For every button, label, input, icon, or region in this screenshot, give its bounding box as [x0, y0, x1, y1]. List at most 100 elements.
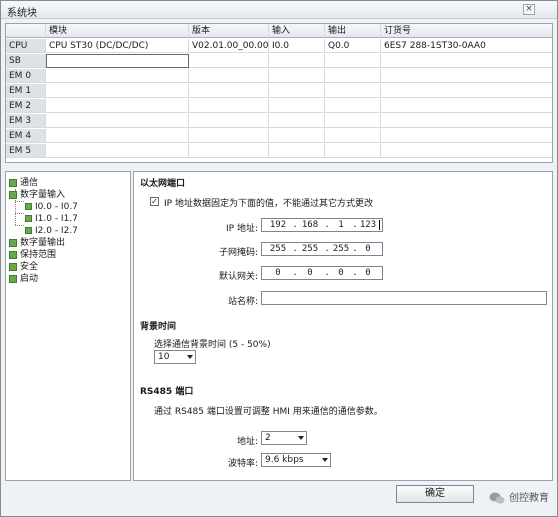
input-cell: [269, 114, 325, 128]
version-cell: [189, 69, 269, 83]
rs485-section-title: RS485 端口: [140, 387, 194, 397]
module-cell[interactable]: [46, 144, 189, 158]
header-input: 输入: [269, 24, 325, 38]
module-cell[interactable]: [46, 84, 189, 98]
tree-item-startup[interactable]: 启动: [9, 273, 38, 285]
version-cell: [189, 144, 269, 158]
slot-cell: SB: [6, 54, 46, 68]
table-row[interactable]: EM 1: [6, 84, 552, 98]
subnet-mask-field[interactable]: 255 . 255 . 255 . 0: [261, 242, 383, 256]
tree-item-label: 安全: [20, 262, 39, 272]
checked-icon: [9, 190, 17, 199]
order-number-cell: [381, 114, 552, 128]
table-row[interactable]: EM 5: [6, 144, 552, 158]
address-value: 2: [265, 433, 271, 443]
ip-octet: 0: [365, 244, 371, 254]
gateway-field[interactable]: 0 . 0 . 0 . 0: [261, 266, 383, 280]
wechat-icon: [489, 492, 505, 504]
module-cell[interactable]: CPU ST30 (DC/DC/DC): [46, 39, 189, 53]
module-cell[interactable]: [46, 114, 189, 128]
gateway-label: 默认网关:: [218, 272, 258, 282]
baud-rate-value: 9.6 kbps: [265, 455, 304, 465]
tree-item-communication[interactable]: 通信: [9, 177, 38, 189]
tree-item-digital-output[interactable]: 数字量输出: [9, 237, 65, 249]
ok-button[interactable]: 确定: [396, 485, 474, 503]
output-cell: [325, 69, 381, 83]
ip-octet: 255: [332, 244, 350, 254]
input-cell: [269, 84, 325, 98]
order-number-cell: [381, 129, 552, 143]
output-cell: [325, 144, 381, 158]
ip-octet: 255: [301, 244, 319, 254]
version-cell: [189, 99, 269, 113]
input-cell: [269, 99, 325, 113]
close-button[interactable]: ×: [523, 4, 535, 15]
background-time-value: 10: [158, 352, 170, 362]
checked-icon: [9, 274, 17, 283]
checked-icon: [25, 215, 32, 222]
system-block-window: 系统块 × 模块 版本 输入 输出 订货号 CPU CPU ST30 (DC/D…: [0, 0, 558, 517]
checked-icon: [9, 262, 17, 271]
table-row[interactable]: EM 3: [6, 114, 552, 128]
order-number-cell: [381, 99, 552, 113]
output-cell: [325, 54, 381, 68]
table-row[interactable]: EM 4: [6, 129, 552, 143]
tree-item-retentive-ranges[interactable]: 保持范围: [9, 249, 56, 261]
baud-rate-select[interactable]: 9.6 kbps: [261, 453, 331, 467]
version-cell: [189, 129, 269, 143]
dropdown-arrow-icon: [187, 355, 193, 359]
header-version: 版本: [189, 24, 269, 38]
tree-item-label: I2.0 - I2.7: [35, 226, 78, 236]
tree-item-label: 数字量输出: [20, 238, 66, 248]
module-cell[interactable]: [46, 129, 189, 143]
window-title: 系统块: [7, 8, 37, 19]
ip-octet: 0: [338, 268, 344, 278]
slot-cell: EM 3: [6, 114, 46, 128]
background-time-select[interactable]: 10: [154, 350, 196, 364]
input-cell: [269, 144, 325, 158]
module-cell[interactable]: [46, 99, 189, 113]
station-name-input[interactable]: [261, 291, 547, 305]
tree-item-label: 数字量输入: [20, 190, 66, 200]
tree-item-digital-input[interactable]: 数字量输入: [9, 189, 65, 201]
ip-octet: 123: [359, 220, 377, 230]
module-cell[interactable]: [46, 54, 189, 68]
order-number-cell: [381, 54, 552, 68]
module-cell[interactable]: [46, 69, 189, 83]
checked-icon: [9, 250, 17, 259]
table-row[interactable]: EM 0: [6, 69, 552, 83]
ethernet-section-title: 以太网端口: [140, 179, 186, 189]
checked-icon: [25, 203, 32, 210]
baud-rate-label: 波特率:: [227, 459, 258, 469]
checked-icon: [25, 227, 32, 234]
ip-octet: 192: [269, 220, 287, 230]
order-number-cell: [381, 144, 552, 158]
header-order-number: 订货号: [381, 24, 552, 38]
table-row[interactable]: SB: [6, 54, 552, 68]
slot-cell: EM 4: [6, 129, 46, 143]
address-select[interactable]: 2: [261, 431, 307, 445]
version-cell: [189, 54, 269, 68]
tree-item-i2[interactable]: I2.0 - I2.7: [25, 225, 78, 237]
output-cell: [325, 129, 381, 143]
header-module: 模块: [46, 24, 189, 38]
background-section-title: 背景时间: [140, 322, 177, 332]
table-row[interactable]: EM 2: [6, 99, 552, 113]
tree-item-i1[interactable]: I1.0 - I1.7: [25, 213, 78, 225]
tree-item-i0[interactable]: I0.0 - I0.7: [25, 201, 78, 213]
ip-address-field[interactable]: 192 . 168 . 1 . 123: [261, 218, 383, 232]
tree-item-security[interactable]: 安全: [9, 261, 38, 273]
ip-octet: 255: [269, 244, 287, 254]
checked-icon: [9, 178, 17, 187]
output-cell: [325, 84, 381, 98]
slot-cell: EM 2: [6, 99, 46, 113]
table-row[interactable]: CPU CPU ST30 (DC/DC/DC) V02.01.00_00.00.…: [6, 39, 552, 53]
slot-cell: EM 0: [6, 69, 46, 83]
subnet-mask-label: 子网掩码:: [218, 248, 258, 258]
table-header: 模块 版本 输入 输出 订货号: [6, 24, 552, 38]
version-cell: [189, 114, 269, 128]
slot-cell: CPU: [6, 39, 46, 53]
fixed-ip-checkbox[interactable]: ✓: [150, 197, 159, 206]
ip-octet: 0: [365, 268, 371, 278]
ip-address-label: IP 地址:: [226, 224, 258, 234]
